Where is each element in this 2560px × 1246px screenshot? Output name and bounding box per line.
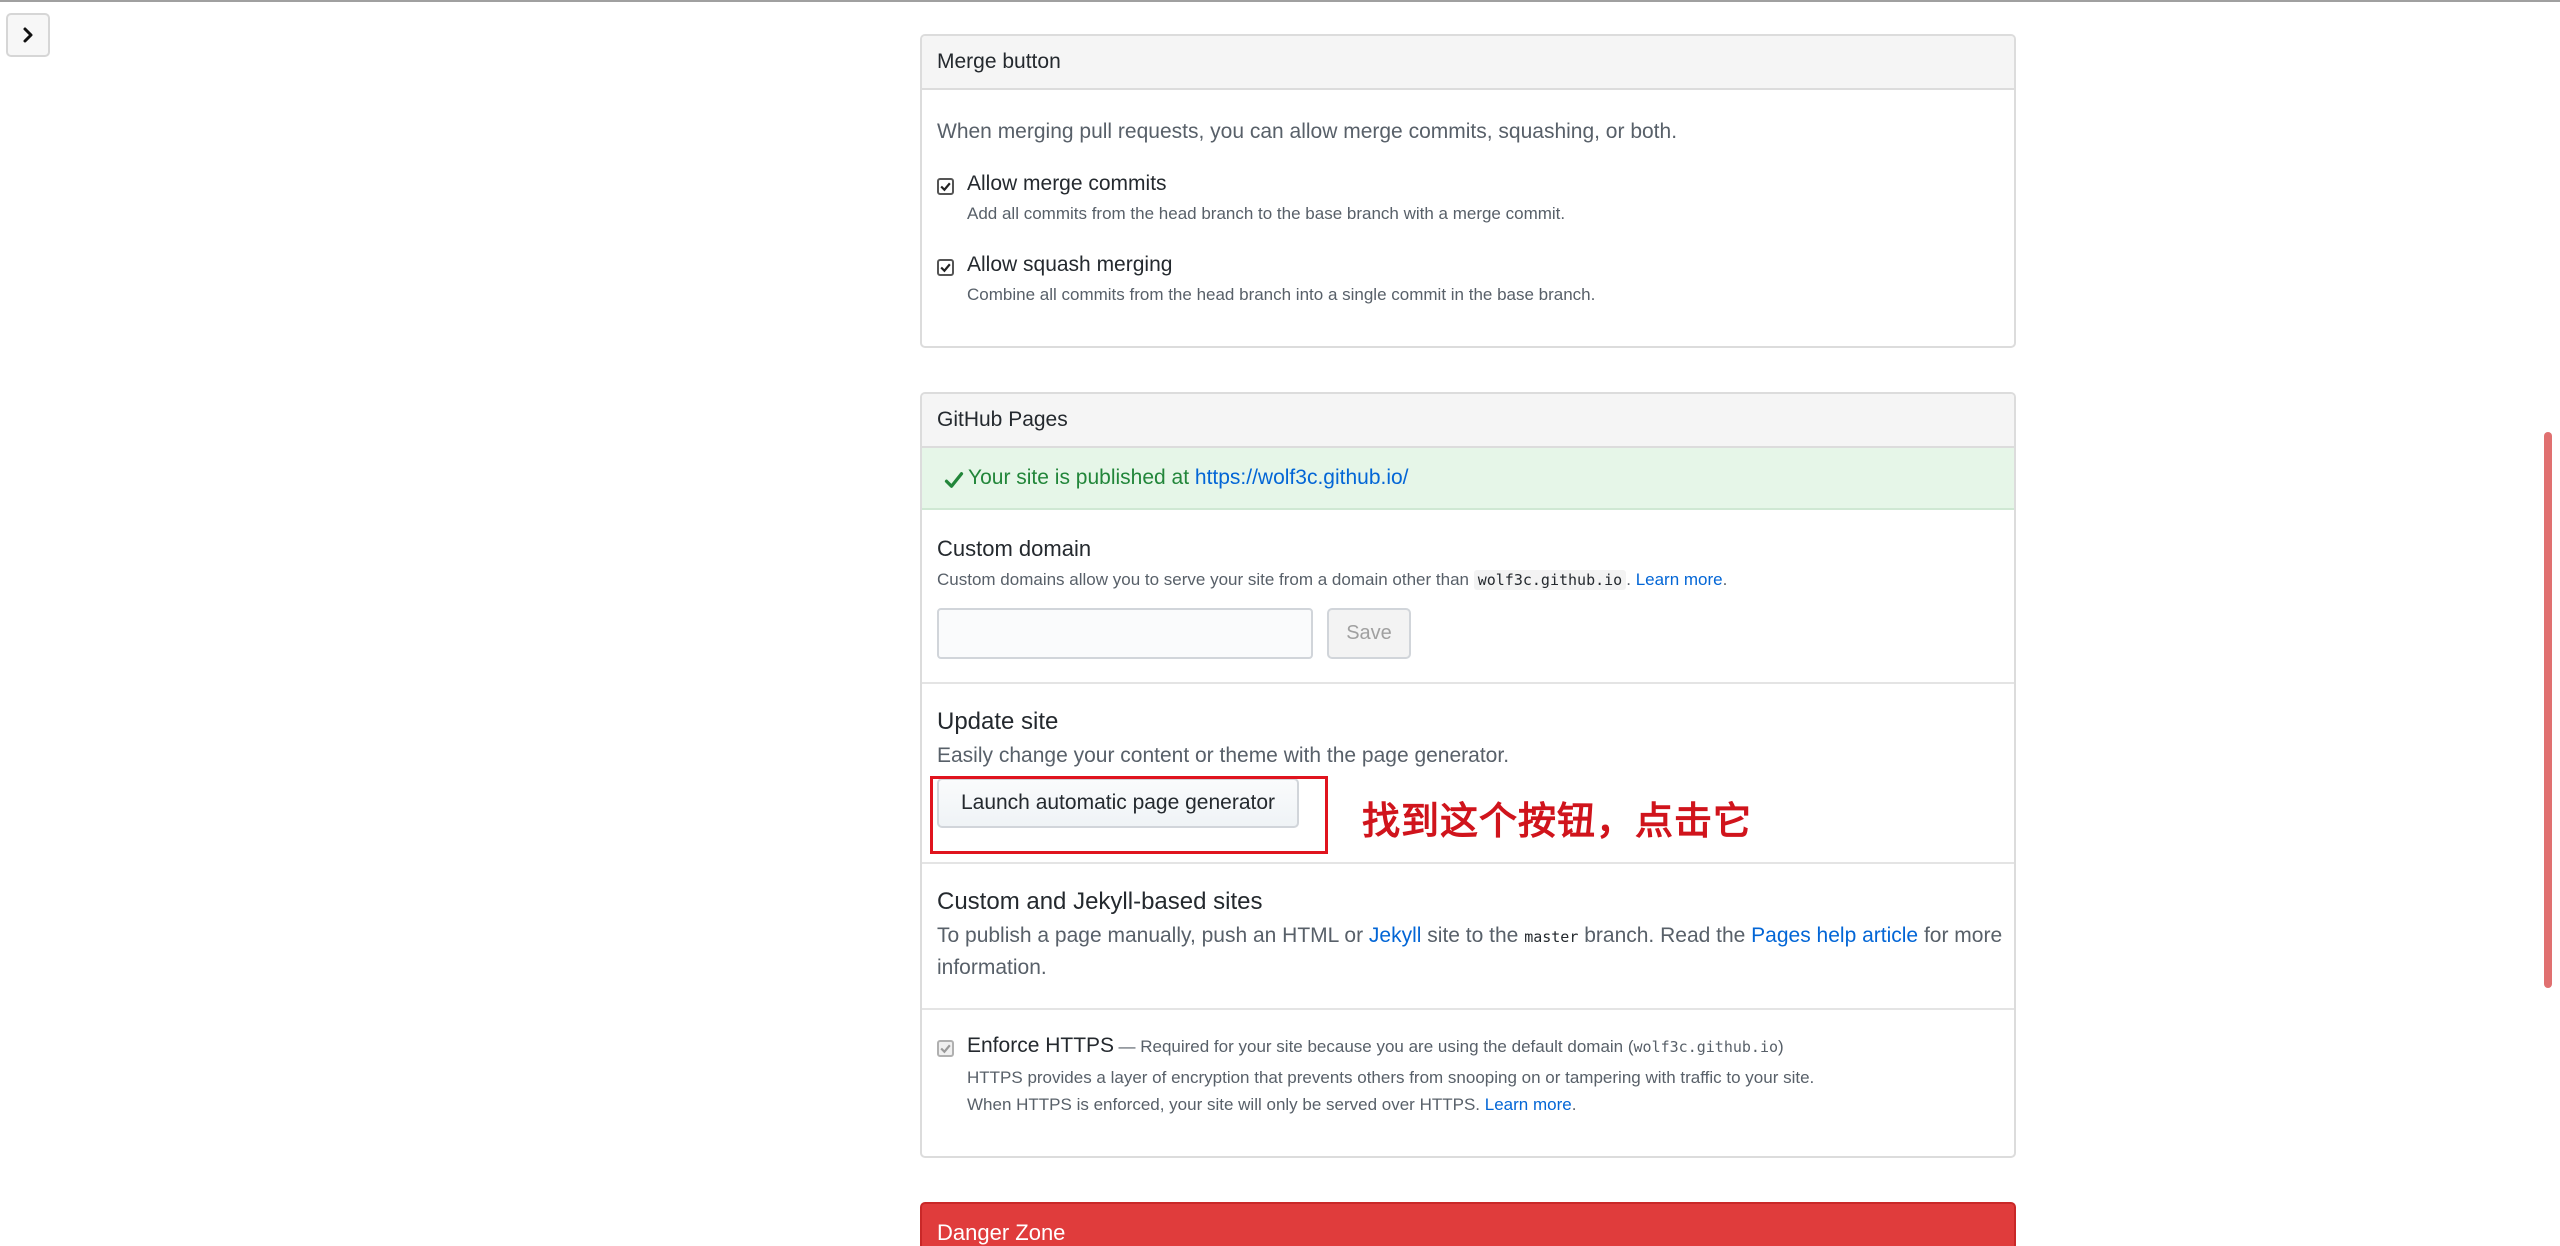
page: Merge button When merging pull requests,… <box>0 0 2560 1246</box>
top-divider <box>0 0 2560 2</box>
allow-merge-commits-checkbox[interactable] <box>937 178 954 195</box>
merge-button-body: When merging pull requests, you can allo… <box>922 90 2014 346</box>
allow-squash-merging-label[interactable]: Allow squash merging <box>967 253 1172 277</box>
enforce-https-learn-more-suffix: . <box>1571 1095 1577 1114</box>
merge-button-panel: Merge button When merging pull requests,… <box>920 34 2016 348</box>
jekyll-link[interactable]: Jekyll <box>1369 924 1422 947</box>
annotation-highlight-box <box>930 776 1328 854</box>
check-icon <box>944 472 964 488</box>
custom-domain-description: Custom domains allow you to serve your s… <box>937 570 1727 590</box>
enforce-https-line1: HTTPS provides a layer of encryption tha… <box>967 1068 1815 1087</box>
check-icon <box>940 182 951 192</box>
allow-merge-commits-note: Add all commits from the head branch to … <box>967 204 1566 223</box>
custom-domain-learn-more-suffix: . <box>1722 570 1728 589</box>
master-branch-code: master <box>1524 928 1579 946</box>
enforce-https-heading: Enforce HTTPS — Required for your site b… <box>967 1034 1784 1058</box>
published-message: Your site is published at https://wolf3c… <box>968 466 1409 490</box>
sidebar-toggle-button[interactable] <box>6 13 50 57</box>
save-button[interactable]: Save <box>1327 608 1411 659</box>
merge-button-description: When merging pull requests, you can allo… <box>937 120 1678 143</box>
update-site-description: Easily change your content or theme with… <box>937 744 1510 767</box>
jekyll-text-line1: To publish a page manually, push an HTML… <box>937 924 2002 948</box>
jekyll-text-line2: information. <box>937 956 1047 979</box>
merge-button-header: Merge button <box>922 36 2014 90</box>
published-site-link[interactable]: https://wolf3c.github.io/ <box>1195 466 1409 489</box>
check-icon <box>940 263 951 273</box>
annotation-text: 找到这个按钮，点击它 <box>1362 801 1753 843</box>
github-pages-panel: GitHub Pages Your site is published at h… <box>920 392 2016 1158</box>
enforce-https-checkbox[interactable] <box>937 1040 954 1057</box>
enforce-https-note: — Required for your site because you are… <box>1118 1037 1634 1056</box>
custom-domain-text: Custom domains allow you to serve your s… <box>937 570 1469 589</box>
jekyll-text-d: for more <box>1923 924 2003 947</box>
danger-zone-header: Danger Zone <box>920 1202 2016 1246</box>
enforce-https-title: Enforce HTTPS <box>967 1034 1115 1057</box>
chevron-right-icon <box>23 27 33 43</box>
enforce-https-note-end: ) <box>1778 1037 1784 1056</box>
enforce-https-section: Enforce HTTPS — Required for your site b… <box>922 1008 2014 1156</box>
enforce-https-line2: When HTTPS is enforced, your site will o… <box>967 1095 1576 1115</box>
published-text: Your site is published at <box>968 466 1190 489</box>
custom-domain-title: Custom domain <box>937 536 1092 561</box>
published-flash: Your site is published at https://wolf3c… <box>922 448 2014 510</box>
jekyll-text-b: site to the <box>1427 924 1519 947</box>
custom-domain-learn-more-link[interactable]: Learn more <box>1636 570 1723 589</box>
jekyll-text-c: branch. Read the <box>1584 924 1746 947</box>
scrollbar-thumb[interactable] <box>2544 432 2552 988</box>
allow-squash-merging-checkbox[interactable] <box>937 259 954 276</box>
custom-domain-code: wolf3c.github.io <box>1473 570 1627 590</box>
custom-domain-period: . <box>1626 570 1631 589</box>
enforce-https-learn-more-link[interactable]: Learn more <box>1485 1095 1572 1114</box>
enforce-https-domain-code: wolf3c.github.io <box>1633 1038 1779 1056</box>
jekyll-section: Custom and Jekyll-based sites To publish… <box>922 862 2014 1008</box>
jekyll-text-a: To publish a page manually, push an HTML… <box>937 924 1364 947</box>
jekyll-title: Custom and Jekyll-based sites <box>937 888 1263 915</box>
custom-domain-input[interactable] <box>937 608 1313 659</box>
check-icon <box>940 1044 951 1054</box>
github-pages-header: GitHub Pages <box>922 394 2014 448</box>
allow-squash-merging-note: Combine all commits from the head branch… <box>967 285 1596 304</box>
enforce-https-line2-text: When HTTPS is enforced, your site will o… <box>967 1095 1481 1114</box>
pages-help-article-link[interactable]: Pages help article <box>1751 924 1918 947</box>
update-site-title: Update site <box>937 708 1059 735</box>
custom-domain-section: Custom domain Custom domains allow you t… <box>922 510 2014 682</box>
allow-merge-commits-label[interactable]: Allow merge commits <box>967 172 1167 196</box>
